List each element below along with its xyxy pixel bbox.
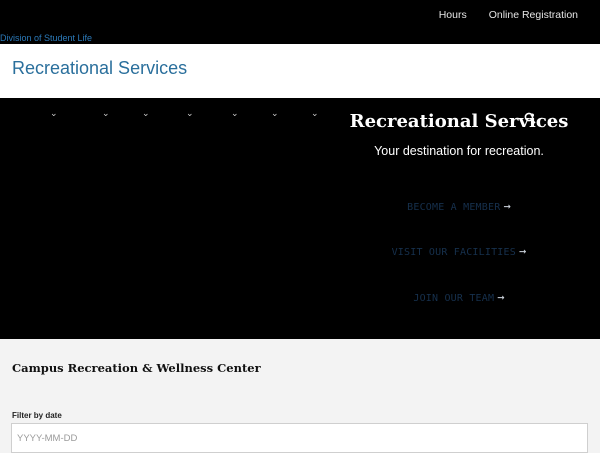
arrow-right-icon: →: [497, 290, 505, 304]
become-a-member-label: BECOME A MEMBER: [407, 202, 501, 213]
arrow-right-icon: →: [503, 199, 511, 213]
hero-banner: ⌄ ⌄ ⌄ ⌄ ⌄ ⌄ ⌄ Recreational Services Your…: [0, 98, 600, 339]
become-a-member-button[interactable]: BECOME A MEMBER →: [320, 199, 598, 213]
site-header: Recreational Services: [0, 44, 600, 99]
join-our-team-button[interactable]: JOIN OUR TEAM →: [320, 290, 598, 304]
hero-subtitle: Your destination for recreation.: [374, 144, 544, 158]
nav-dropdown-4-chevron-down-icon[interactable]: ⌄: [186, 109, 194, 118]
hero-title: Recreational Services: [349, 111, 569, 132]
online-registration-link[interactable]: Online Registration: [489, 9, 578, 21]
nav-dropdown-1-chevron-down-icon[interactable]: ⌄: [50, 109, 58, 118]
nav-dropdown-7-chevron-down-icon[interactable]: ⌄: [311, 109, 319, 118]
nav-dropdown-3-chevron-down-icon[interactable]: ⌄: [142, 109, 150, 118]
visit-our-facilities-button[interactable]: VISIT OUR FACILITIES →: [320, 244, 598, 258]
date-filter-input[interactable]: [11, 423, 588, 453]
content-section: Campus Recreation & Wellness Center Filt…: [0, 339, 600, 453]
nav-dropdown-2-chevron-down-icon[interactable]: ⌄: [102, 109, 110, 118]
utility-bar: Hours Online Registration Division of St…: [0, 0, 600, 44]
section-title: Campus Recreation & Wellness Center: [12, 361, 261, 375]
nav-dropdown-5-chevron-down-icon[interactable]: ⌄: [231, 109, 239, 118]
arrow-right-icon: →: [518, 244, 527, 258]
hours-link[interactable]: Hours: [439, 9, 467, 21]
nav-dropdown-6-chevron-down-icon[interactable]: ⌄: [271, 109, 279, 118]
join-our-team-label: JOIN OUR TEAM: [413, 293, 495, 304]
filter-by-date-label: Filter by date: [12, 411, 62, 420]
utility-links: Hours Online Registration: [439, 9, 578, 21]
site-title[interactable]: Recreational Services: [12, 58, 187, 79]
division-of-student-life-link[interactable]: Division of Student Life: [0, 33, 92, 43]
visit-our-facilities-label: VISIT OUR FACILITIES: [391, 247, 516, 258]
